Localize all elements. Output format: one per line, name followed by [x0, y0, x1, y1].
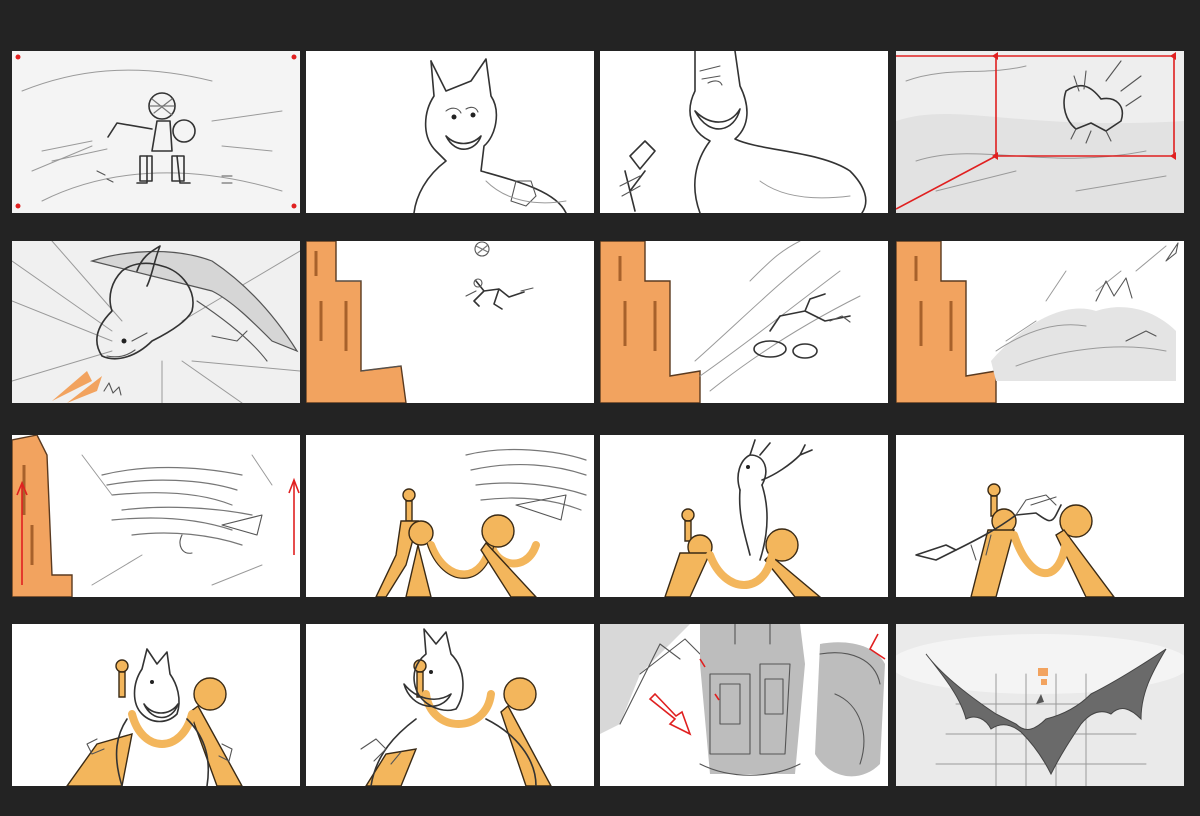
figure-dash-sketch-icon	[600, 241, 861, 403]
storyboard-panel-12	[896, 435, 1184, 597]
wolf-in-rig-sketch-icon	[66, 648, 243, 786]
knight-sword-sketch-icon	[12, 51, 300, 213]
figure-leap-sketch-icon	[306, 241, 534, 403]
pillar-rise-sketch-icon	[12, 435, 300, 597]
wolf-grab-sketch-icon	[360, 628, 552, 786]
storyboard-panel-16	[896, 624, 1184, 786]
bat-wing-creature-icon	[896, 624, 1184, 786]
storyboard-panel-8	[896, 241, 1184, 403]
storyboard-panel-11	[600, 435, 888, 597]
storyboard-panel-7	[600, 241, 888, 403]
storyboard-panel-4	[896, 51, 1184, 213]
wolf-grin-sketch-icon	[619, 51, 867, 213]
storyboard-panel-5	[12, 241, 300, 403]
dragon-dive-sketch-icon	[12, 241, 300, 403]
storyboard-panel-14	[306, 624, 594, 786]
storyboard-panel-15	[600, 624, 888, 786]
debris-splash-sketch-icon	[896, 241, 1179, 403]
storyboard-panel-10	[306, 435, 594, 597]
dragon-in-rig-sketch-icon	[915, 483, 1115, 597]
storyboard-panel-13	[12, 624, 300, 786]
golden-rig-sketch-icon	[375, 448, 587, 597]
wolf-closeup-sketch-icon	[413, 58, 567, 213]
storyboard-sheet	[0, 0, 1200, 816]
storyboard-panel-6	[306, 241, 594, 403]
storyboard-panel-3	[600, 51, 888, 213]
mech-legs-sketch-icon	[600, 624, 886, 777]
dragon-framing-sketch-icon	[896, 51, 1184, 213]
storyboard-panel-2	[306, 51, 594, 213]
storyboard-panel-9	[12, 435, 300, 597]
figure-arms-up-sketch-icon	[664, 439, 822, 597]
storyboard-panel-1	[12, 51, 300, 213]
